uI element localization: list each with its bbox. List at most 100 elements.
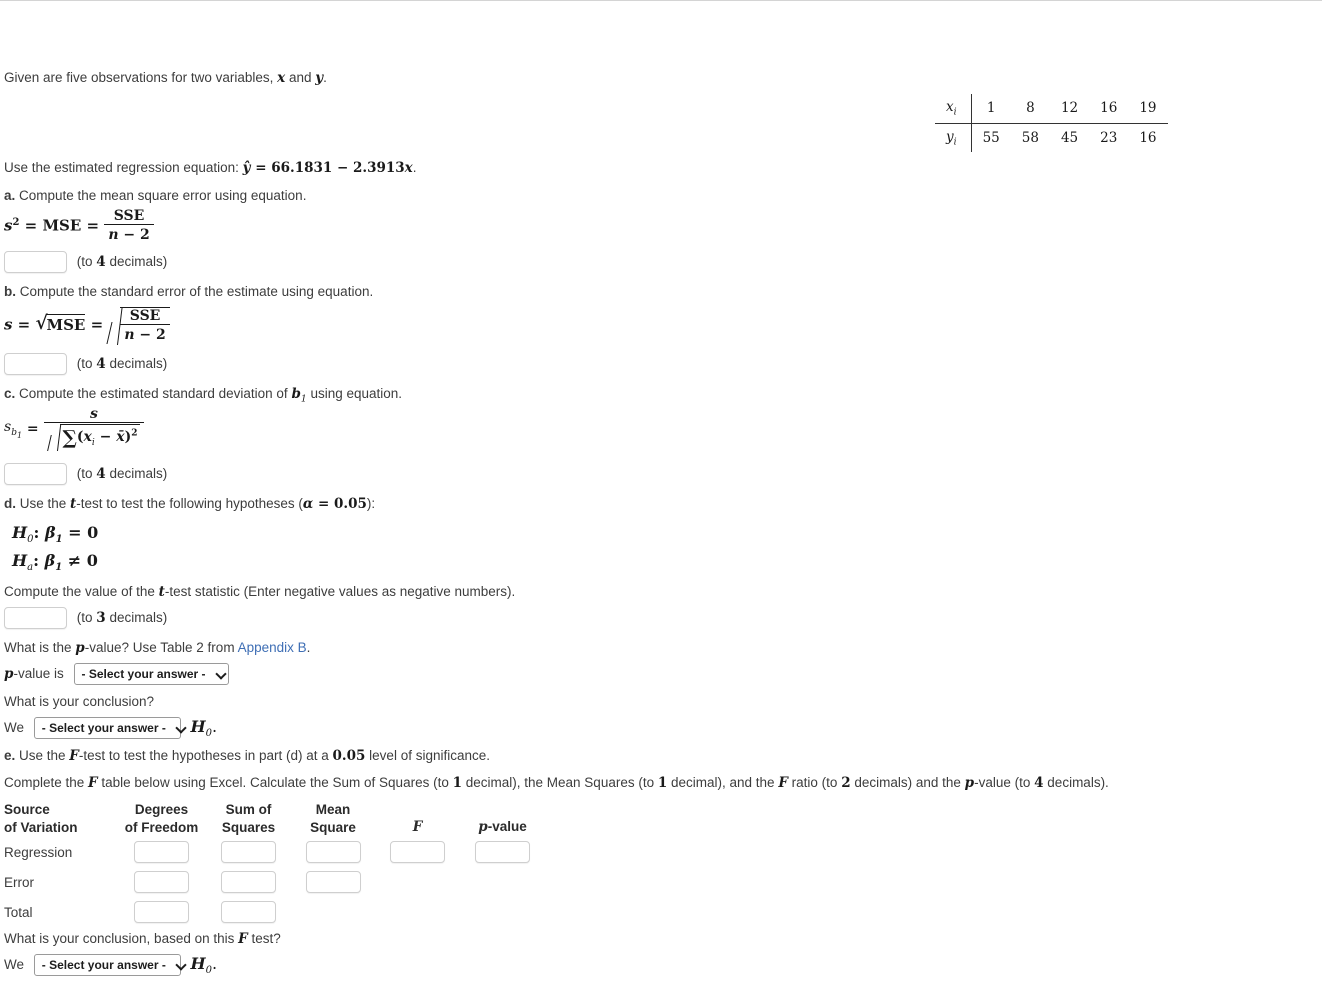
formula-a-eq2: = — [81, 216, 105, 235]
part-a-text: Compute the mean square error using equa… — [15, 188, 307, 203]
part-c-text-post: using equation. — [306, 386, 403, 401]
regression-ms-input[interactable] — [305, 841, 361, 863]
pvalue-answer-row: p-value is - Select your answer - — [4, 663, 229, 685]
slope-value: 2.3913 — [353, 160, 405, 176]
pvalue-question: What is the p-value? Use Table 2 from Ap… — [4, 639, 310, 657]
cell-x-2: 12 — [1049, 94, 1090, 124]
header-df-line2: of Freedom — [124, 820, 199, 835]
part-c-letter: c. — [4, 386, 16, 401]
part-a-hint: (to 4 decimals) — [76, 253, 168, 270]
part-b-letter: b. — [4, 284, 16, 299]
observations-table: xi 1 8 12 16 19 yi 55 58 45 23 16 — [935, 94, 1168, 153]
table-row: Error — [4, 867, 545, 897]
cell-error-pvalue — [460, 867, 545, 897]
cell-y-2: 45 — [1060, 130, 1079, 147]
cell-error-ss — [206, 867, 291, 897]
header-pvalue-line1 — [460, 802, 545, 819]
regression-prefix: Use the estimated regression equation: — [4, 160, 243, 175]
intro-text-mid: and — [285, 70, 316, 85]
intro-text-pre: Given are five observations for two vari… — [4, 70, 278, 85]
cell-total-ms — [291, 897, 375, 927]
error-df-input[interactable] — [134, 871, 189, 893]
regression-df-input[interactable] — [134, 841, 189, 863]
cell-regression-ss — [206, 837, 291, 867]
part-c-input[interactable] — [4, 463, 67, 485]
ha-relation: ≠ 0 — [62, 551, 98, 570]
intro-line: Given are five observations for two vari… — [4, 69, 327, 87]
part-a-formula: s2 = MSE = SSE n − 2 — [4, 208, 154, 245]
part-c-heading: c. Compute the estimated standard deviat… — [4, 385, 402, 406]
y-hat-symbol: ŷ — [242, 160, 251, 176]
instr-mid3: decimal), and the — [667, 775, 779, 790]
pvalue-select-label: - Select your answer - — [81, 667, 206, 681]
final-conclusion-select[interactable]: - Select your answer - — [33, 954, 181, 977]
sigma-symbol: ∑ — [62, 427, 77, 450]
table-row-x: xi 1 8 12 16 19 — [935, 94, 1168, 124]
compute-pre: Compute the value of the — [4, 584, 159, 599]
regression-ss-input[interactable] — [221, 841, 276, 863]
total-ss-input[interactable] — [221, 901, 276, 923]
formula-a-mse: MSE — [42, 216, 82, 235]
anova-header-line1: Source Degrees Sum of Mean — [4, 802, 545, 819]
instr-end: decimals). — [1043, 775, 1109, 790]
cell-regression-pvalue — [460, 837, 545, 867]
alpha-value: 0.05 — [334, 496, 367, 512]
formula-b-denominator: n − 2 — [120, 324, 170, 345]
instr-pre: Complete the — [4, 775, 89, 790]
part-c-answer-row: (to 4 decimals) — [4, 463, 167, 485]
final-h0: H0. — [190, 954, 218, 977]
pvalue-question-mid: -value? Use Table 2 from — [84, 640, 238, 655]
pvalue-select[interactable]: - Select your answer - — [73, 663, 229, 685]
formula-c-lhs: sb1 — [4, 418, 23, 440]
instr-p-symbol: p — [964, 775, 975, 791]
intercept-value: 66.1831 — [271, 160, 333, 176]
ha-colon: : — [33, 551, 45, 570]
we-label: We — [4, 720, 25, 735]
part-d-letter: d. — [4, 496, 16, 511]
appendix-b-link[interactable]: Appendix B — [238, 640, 307, 655]
h0-beta-subscript: 1 — [55, 534, 63, 546]
instr-n4: 4 — [1034, 775, 1044, 791]
part-c-text-pre: Compute the estimated standard deviation… — [15, 386, 292, 401]
part-b-input[interactable] — [4, 353, 67, 375]
h0-symbol: H — [12, 523, 28, 542]
formula-c-radical: ∑(xi − x̄)2 — [48, 424, 141, 451]
header-source-line2: of Variation — [4, 820, 78, 835]
final-question-post: test? — [247, 931, 281, 946]
cell-total-ss — [206, 897, 291, 927]
error-ss-input[interactable] — [221, 871, 276, 893]
part-e-instruction: Complete the F table below using Excel. … — [4, 774, 1109, 792]
anova-header-line2: of Variation of Freedom Squares Square F… — [4, 819, 545, 837]
cell-y-0: 55 — [982, 130, 1000, 147]
null-hypothesis: H0: β1 = 0 — [12, 523, 98, 545]
formula-b-radical: SSE n − 2 — [108, 307, 170, 345]
formula-b-eq1: = — [12, 315, 36, 334]
cell-error-df — [117, 867, 206, 897]
cell-y-3: 23 — [1100, 130, 1118, 147]
conclusion-select[interactable]: - Select your answer - — [33, 717, 181, 740]
instr-mid6: -value (to — [974, 775, 1035, 790]
cell-x-4: 19 — [1128, 94, 1168, 124]
final-conclusion-select-label: - Select your answer - — [41, 958, 166, 973]
total-df-input[interactable] — [134, 901, 189, 923]
part-b-text: Compute the standard error of the estima… — [16, 284, 374, 299]
instr-mid5: decimals) and the — [850, 775, 965, 790]
formula-a-eq1: = — [19, 216, 43, 235]
h0-beta: β — [44, 523, 56, 542]
formula-b-fraction: SSE n − 2 — [120, 307, 170, 345]
instr-f-symbol: F — [88, 775, 98, 791]
formula-a-fraction: SSE n − 2 — [104, 208, 154, 245]
part-a-input[interactable] — [4, 251, 67, 273]
t-statistic-input[interactable] — [4, 607, 67, 629]
alpha-equals: = — [313, 496, 335, 512]
final-we-label: We — [4, 957, 25, 972]
error-ms-input[interactable] — [305, 871, 361, 893]
regression-pvalue-input[interactable] — [475, 841, 530, 863]
cell-total-df — [117, 897, 206, 927]
ha-beta: β — [44, 551, 56, 570]
row-label-total: Total — [4, 904, 33, 920]
regression-f-input[interactable] — [390, 841, 445, 863]
formula-c-denominator: ∑(xi − x̄)2 — [43, 422, 145, 451]
part-d-hint: (to 3 decimals) — [76, 609, 168, 626]
instr-mid2: decimal), the Mean Squares (to — [462, 775, 658, 790]
